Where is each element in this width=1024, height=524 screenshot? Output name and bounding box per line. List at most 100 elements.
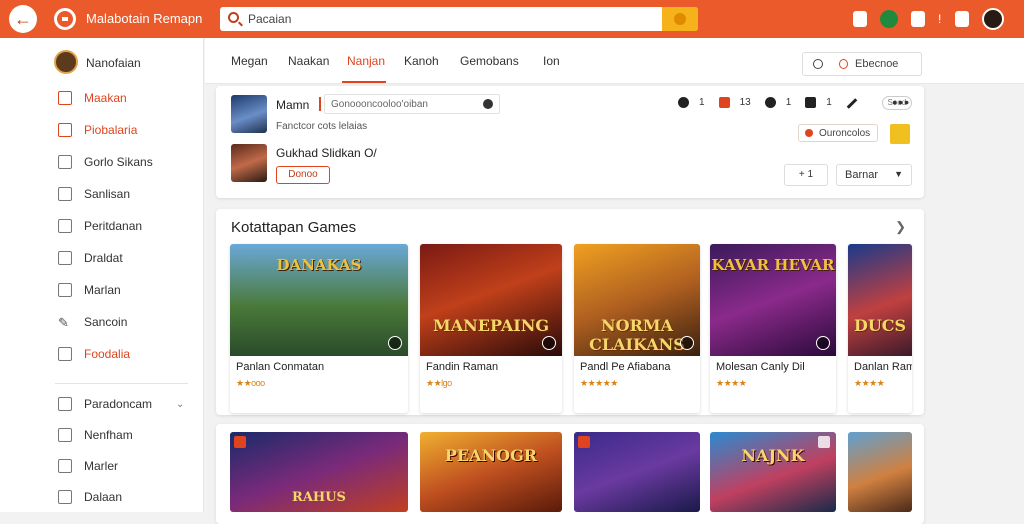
sidebar-item-10[interactable]: Paradoncam ⌄ xyxy=(58,394,184,414)
chevron-right-icon[interactable]: ❯ xyxy=(895,219,906,235)
stat-likes[interactable]: 13 xyxy=(718,97,751,109)
launch-icon[interactable] xyxy=(542,336,556,350)
tab-search-box[interactable]: Ebecnoe xyxy=(802,52,922,76)
square-icon xyxy=(58,187,72,201)
top-bar: ← Malabotain Remapn ! xyxy=(0,0,1024,38)
tab-2[interactable]: Naakan xyxy=(288,54,329,68)
tab-1[interactable]: Megan xyxy=(231,54,268,68)
sidebar-item-11[interactable]: Nenfham xyxy=(58,425,133,445)
search-input[interactable] xyxy=(248,10,668,28)
sidebar-item-3[interactable]: Gorlo Sikans xyxy=(58,152,153,172)
shield-icon[interactable] xyxy=(880,10,898,28)
search-bar xyxy=(220,7,698,31)
games-section: Kotattapan Games ❯ DANAKAS Panlan Conmat… xyxy=(216,209,924,415)
game-cover-title: NAJNK xyxy=(741,446,805,465)
briefcase-icon[interactable] xyxy=(853,11,867,27)
stat-comments[interactable]: 1 xyxy=(678,97,705,109)
launch-icon[interactable] xyxy=(680,336,694,350)
stat-views[interactable]: 1 xyxy=(764,97,791,109)
sidebar-item-12[interactable]: Marler xyxy=(58,456,118,476)
check-icon xyxy=(58,428,72,442)
sidebar-item-label: Paradoncam xyxy=(84,397,153,411)
post-thumbnail[interactable] xyxy=(231,144,267,182)
sidebar-item-label: Sancoin xyxy=(84,315,128,329)
post-action-button[interactable]: Donoo xyxy=(276,166,330,184)
active-tab-indicator xyxy=(342,81,386,83)
post-thumbnail[interactable] xyxy=(231,95,267,133)
game-card[interactable]: NAJNK xyxy=(710,432,836,512)
post-tag[interactable]: Ouroncolos xyxy=(798,124,878,142)
game-card[interactable]: DANAKAS Panlan Conmatan ★★ooo xyxy=(230,244,408,413)
post-stats: 1 13 1 1 Sood xyxy=(678,96,912,110)
game-title: Pandl Pe Afiabana xyxy=(580,361,671,373)
launch-icon[interactable] xyxy=(388,336,402,350)
search-icon xyxy=(228,12,239,23)
game-card[interactable]: NORMA CLAIKANS Pandl Pe Afiabana ★★★★★ xyxy=(574,244,700,413)
game-card[interactable]: KAVAR HEVAR Molesan Canly Dil ★★★★ xyxy=(710,244,836,413)
game-cover xyxy=(848,244,912,356)
stat-value: 13 xyxy=(739,97,751,109)
game-card[interactable]: DUCS Danlan Ram ★★★★ xyxy=(848,244,912,413)
home-icon xyxy=(58,91,72,105)
sidebar-item-13[interactable]: Dalaan xyxy=(58,487,122,507)
game-card[interactable] xyxy=(574,432,700,512)
stat-saves[interactable]: 1 xyxy=(805,97,832,109)
game-card[interactable]: PEANOGR xyxy=(420,432,562,512)
more-options-icon[interactable]: ••• xyxy=(892,94,910,110)
tab-5[interactable]: Gemobans xyxy=(460,54,519,68)
chevron-down-icon: ▼ xyxy=(894,169,903,179)
game-card[interactable]: RAHUS xyxy=(230,432,408,512)
game-cover xyxy=(420,244,562,356)
search-submit-button[interactable] xyxy=(662,7,698,31)
tag-icon xyxy=(58,397,72,411)
sidebar-item-label: Peritdanan xyxy=(84,219,143,233)
user-avatar[interactable] xyxy=(982,8,1004,30)
back-button[interactable]: ← xyxy=(9,5,37,33)
sidebar-divider xyxy=(55,383,188,384)
hot-badge-icon xyxy=(578,436,590,448)
sort-select[interactable]: Barnar ▼ xyxy=(836,164,912,186)
game-title: Danlan Ram xyxy=(854,361,912,373)
square-icon xyxy=(58,219,72,233)
wrench-icon: ✎ xyxy=(58,315,69,330)
sidebar-item-7[interactable]: Marlan xyxy=(58,280,121,300)
sidebar-item-2[interactable]: Piobalaria xyxy=(58,120,137,140)
sidebar-item-4[interactable]: Sanlisan xyxy=(58,184,130,204)
square-icon xyxy=(58,490,72,504)
notification-icon[interactable] xyxy=(911,11,925,27)
sidebar-item-6[interactable]: Draldat xyxy=(58,248,123,268)
settings-icon[interactable] xyxy=(483,99,493,109)
sidebar-item-8[interactable]: ✎ Sancoin xyxy=(58,312,127,332)
square-icon xyxy=(58,459,72,473)
game-card[interactable] xyxy=(848,432,912,512)
stat-value: 1 xyxy=(699,97,705,109)
sidebar-item-label: Piobalaria xyxy=(84,123,138,137)
sidebar-avatar xyxy=(54,50,78,74)
chevron-down-icon[interactable]: ⌄ xyxy=(176,399,184,410)
post-author[interactable]: Mamn xyxy=(276,98,309,112)
sidebar-item-label: Draldat xyxy=(84,251,123,265)
tab-3[interactable]: Nanjan xyxy=(347,54,385,68)
filter-button[interactable]: + 1 xyxy=(784,164,828,186)
sidebar-item-1[interactable]: Maakan xyxy=(58,88,127,108)
sidebar-item-5[interactable]: Peritdanan xyxy=(58,216,142,236)
tab-search-label: Ebecnoe xyxy=(855,58,899,70)
square-icon xyxy=(58,251,72,265)
sidebar-item-label: Marlan xyxy=(84,283,121,297)
app-title: Malabotain Remapn xyxy=(86,11,203,26)
star-icon[interactable] xyxy=(890,124,910,144)
tabs-bar: Megan Naakan Nanjan Kanoh Gemobans Ion E… xyxy=(205,38,1024,84)
alert-icon[interactable]: ! xyxy=(938,13,942,25)
launch-icon[interactable] xyxy=(816,336,830,350)
stat-value: 1 xyxy=(826,97,832,109)
app-logo-icon xyxy=(54,8,76,30)
game-rating: ★★★★ xyxy=(716,378,747,388)
tab-6[interactable]: Ion xyxy=(543,54,560,68)
location-icon xyxy=(839,59,848,69)
bookmark-icon[interactable] xyxy=(955,11,969,27)
edit-icon[interactable] xyxy=(846,97,858,109)
sidebar-item-9[interactable]: Foodalia xyxy=(58,344,130,364)
post-input-field[interactable]: Gonoooncooloo'oiban xyxy=(324,94,500,114)
game-card[interactable]: MANEPAING Fandin Raman ★★lgo xyxy=(420,244,562,413)
tab-4[interactable]: Kanoh xyxy=(404,54,439,68)
